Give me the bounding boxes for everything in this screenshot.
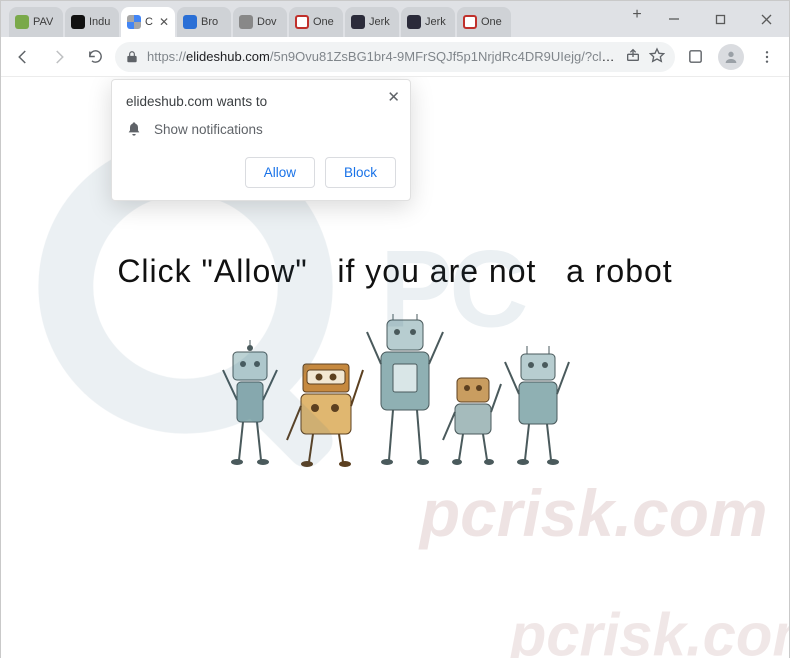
lock-icon — [125, 50, 139, 64]
tab-label: One — [481, 16, 502, 28]
url-text: https://elideshub.com/5n9Ovu81ZsBG1br4-9… — [147, 49, 617, 64]
favicon-icon — [351, 15, 365, 29]
tab-label: Indu — [89, 16, 110, 28]
plus-icon: + — [632, 6, 641, 24]
close-popup-button[interactable]: ✕ — [387, 88, 400, 106]
tab-label: PAV — [33, 16, 53, 28]
window-titlebar: PAVInduC✕BroDovOneJerkJerkOne + — [1, 1, 789, 37]
browser-tab[interactable]: C✕ — [121, 7, 175, 37]
svg-text:pcrisk.com: pcrisk.com — [508, 602, 789, 658]
extensions-button[interactable] — [679, 41, 711, 73]
tab-label: Jerk — [425, 16, 446, 28]
favicon-icon — [463, 15, 477, 29]
favicon-icon — [295, 15, 309, 29]
svg-text:pcrisk.com: pcrisk.com — [418, 476, 768, 550]
favicon-icon — [183, 15, 197, 29]
popup-title: elideshub.com wants to — [126, 94, 396, 109]
back-button[interactable] — [7, 41, 39, 73]
page-content: PC pcrisk.com pcrisk.com ✕ elideshub.com… — [1, 77, 789, 659]
favicon-icon — [15, 15, 29, 29]
forward-button[interactable] — [43, 41, 75, 73]
browser-toolbar: https://elideshub.com/5n9Ovu81ZsBG1br4-9… — [1, 37, 789, 77]
maximize-button[interactable] — [697, 1, 743, 37]
tab-label: Dov — [257, 16, 277, 28]
share-icon[interactable] — [625, 47, 641, 66]
browser-tab[interactable]: One — [289, 7, 343, 37]
browser-tab[interactable]: PAV — [9, 7, 63, 37]
window-controls — [651, 1, 789, 37]
favicon-icon — [407, 15, 421, 29]
browser-tab[interactable]: Bro — [177, 7, 231, 37]
tab-label: One — [313, 16, 334, 28]
block-button[interactable]: Block — [325, 157, 396, 188]
browser-tab[interactable]: Jerk — [345, 7, 399, 37]
close-window-button[interactable] — [743, 1, 789, 37]
tab-label: Jerk — [369, 16, 390, 28]
allow-button[interactable]: Allow — [245, 157, 315, 188]
profile-avatar[interactable] — [715, 41, 747, 73]
browser-tab[interactable]: Indu — [65, 7, 119, 37]
tab-label: C — [145, 16, 153, 28]
popup-line: Show notifications — [154, 122, 263, 137]
new-tab-button[interactable]: + — [623, 1, 651, 29]
permission-popup: ✕ elideshub.com wants to Show notificati… — [111, 79, 411, 201]
tab-strip: PAVInduC✕BroDovOneJerkJerkOne — [1, 1, 623, 37]
favicon-icon — [239, 15, 253, 29]
browser-tab[interactable]: Dov — [233, 7, 287, 37]
close-tab-icon[interactable]: ✕ — [159, 15, 169, 29]
reload-button[interactable] — [79, 41, 111, 73]
favicon-icon — [127, 15, 141, 29]
browser-tab[interactable]: Jerk — [401, 7, 455, 37]
favicon-icon — [71, 15, 85, 29]
bell-icon — [126, 121, 142, 137]
menu-button[interactable] — [751, 41, 783, 73]
minimize-button[interactable] — [651, 1, 697, 37]
address-bar[interactable]: https://elideshub.com/5n9Ovu81ZsBG1br4-9… — [115, 42, 675, 72]
star-icon[interactable] — [649, 47, 665, 66]
robots-illustration — [215, 310, 575, 480]
tab-label: Bro — [201, 16, 218, 28]
page-headline: Click "Allow" if you are not a robot — [1, 253, 789, 290]
browser-tab[interactable]: One — [457, 7, 511, 37]
